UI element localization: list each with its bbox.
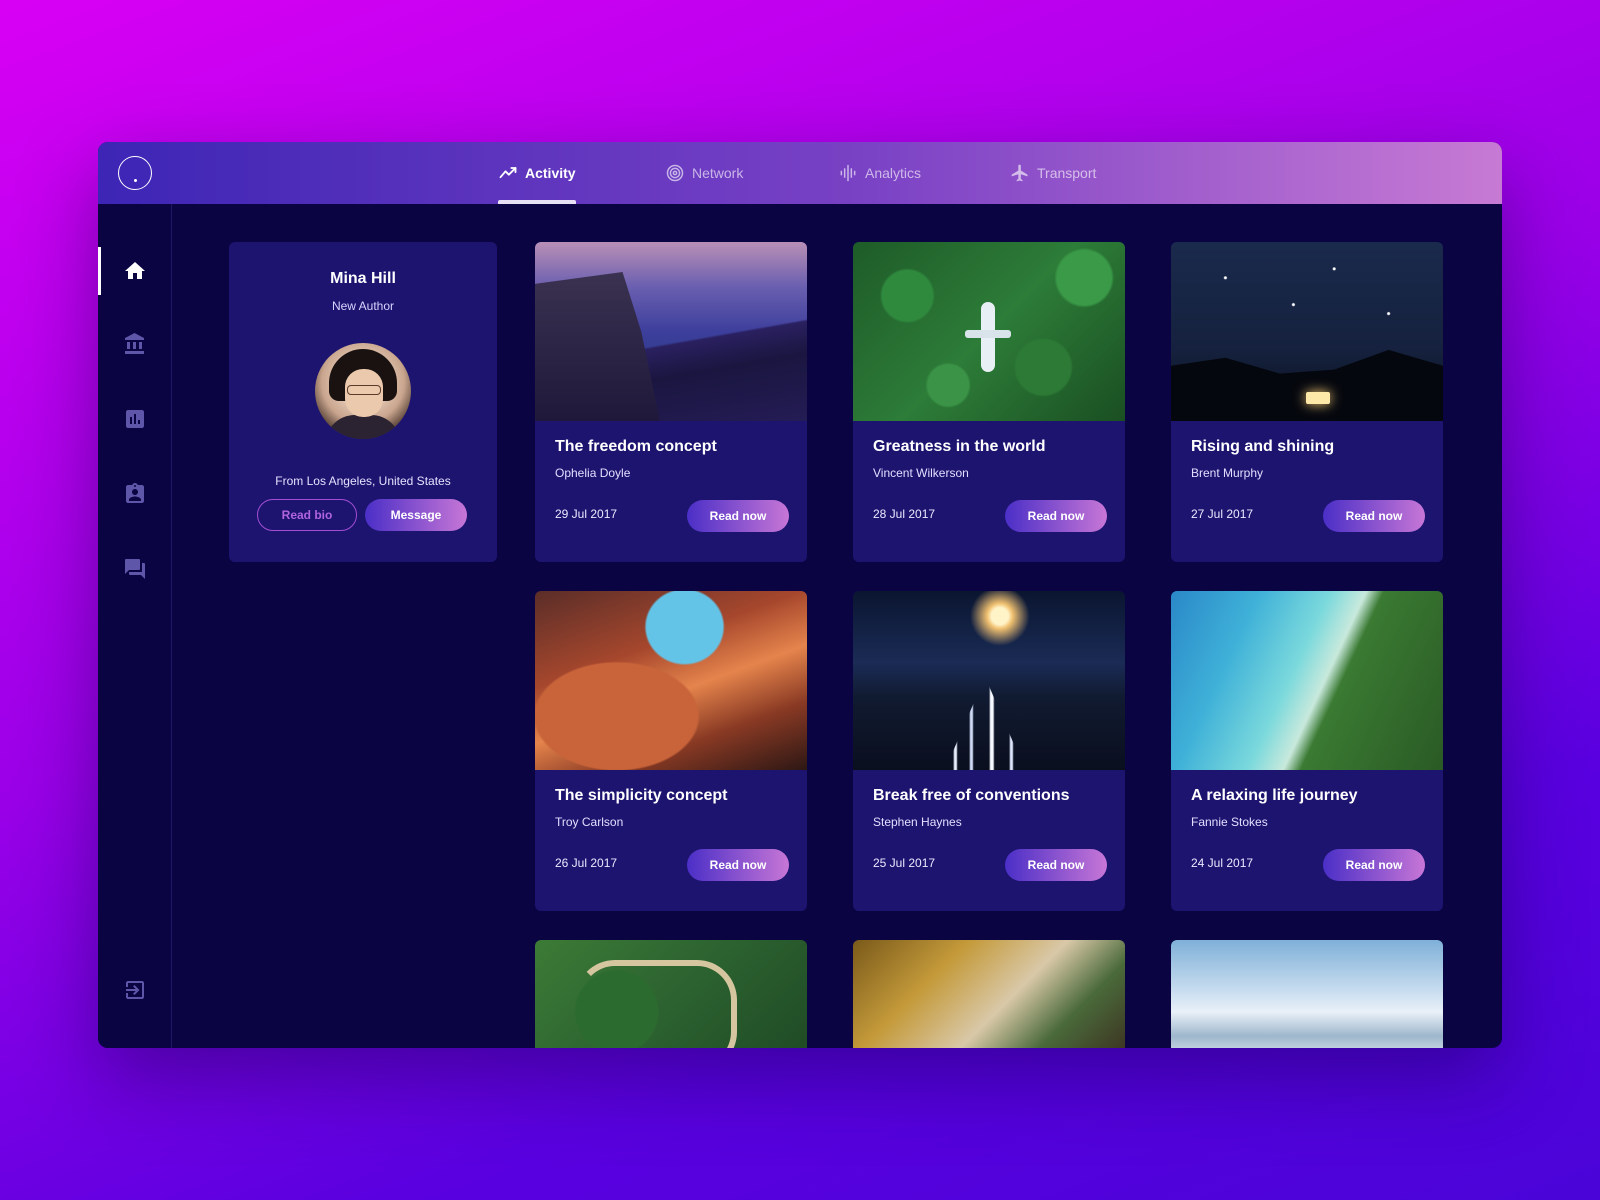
post-date: 24 Jul 2017 [1191, 856, 1254, 870]
activity-icon [499, 167, 517, 179]
post-title[interactable]: The simplicity concept [555, 787, 727, 805]
chart-icon [126, 410, 144, 428]
author-location: From Los Angeles, United States [275, 474, 451, 488]
analytics-icon [840, 164, 856, 182]
post-card[interactable]: Greatness in the world Vincent Wilkerson… [853, 242, 1125, 562]
post-card[interactable]: The freedom concept Ophelia Doyle 29 Jul… [535, 242, 807, 562]
tab-label: Network [692, 165, 744, 181]
home-icon [125, 262, 145, 279]
tab-activity[interactable]: Activity [498, 142, 576, 204]
bank-icon [125, 333, 144, 354]
post-title[interactable]: Break free of conventions [873, 787, 1070, 805]
post-card[interactable]: The simplicity concept Troy Carlson 26 J… [535, 591, 807, 911]
message-button[interactable]: Message [365, 499, 467, 531]
post-image[interactable] [1171, 242, 1443, 421]
post-author: Ophelia Doyle [555, 466, 631, 480]
post-image[interactable] [853, 242, 1125, 421]
avatar[interactable] [315, 343, 411, 439]
post-author: Stephen Haynes [873, 815, 962, 829]
tab-transport[interactable]: Transport [1010, 142, 1096, 204]
post-author: Brent Murphy [1191, 466, 1264, 480]
post-title[interactable]: Rising and shining [1191, 438, 1334, 456]
post-image[interactable] [1171, 940, 1443, 1048]
post-date: 27 Jul 2017 [1191, 507, 1254, 521]
author-profile-card: Mina Hill New Author From Los Angeles, U… [229, 242, 497, 562]
chat-icon [125, 559, 145, 579]
read-now-button[interactable]: Read now [687, 500, 789, 532]
tab-label: Analytics [865, 165, 922, 181]
post-date: 25 Jul 2017 [873, 856, 936, 870]
tab-network[interactable]: Network [665, 142, 743, 204]
top-navigation-bar: Activity Network Analytics Transport [98, 142, 1502, 204]
tab-label: Activity [525, 165, 576, 181]
post-image[interactable] [535, 940, 807, 1048]
logout-button[interactable] [98, 966, 172, 1014]
post-date: 26 Jul 2017 [555, 856, 618, 870]
active-tab-indicator [498, 200, 576, 204]
post-image[interactable] [853, 940, 1125, 1048]
post-image[interactable] [535, 591, 807, 770]
post-author: Fannie Stokes [1191, 815, 1268, 829]
post-image[interactable] [853, 591, 1125, 770]
post-card[interactable]: Rising and shining Brent Murphy 27 Jul 2… [1171, 242, 1443, 562]
network-icon [666, 164, 684, 182]
sidebar-item-home[interactable] [98, 247, 172, 295]
author-role: New Author [331, 299, 395, 313]
sidebar [98, 204, 172, 1048]
post-date: 29 Jul 2017 [555, 507, 618, 521]
post-author: Vincent Wilkerson [873, 466, 969, 480]
author-name: Mina Hill [330, 270, 396, 287]
app-window: Activity Network Analytics Transport Min… [98, 142, 1502, 1048]
sidebar-item-bank[interactable] [98, 320, 172, 368]
post-title[interactable]: A relaxing life journey [1191, 787, 1358, 805]
post-title[interactable]: Greatness in the world [873, 438, 1045, 456]
read-now-button[interactable]: Read now [1323, 500, 1425, 532]
sidebar-active-indicator [98, 247, 101, 295]
post-card[interactable]: Break free of conventions Stephen Haynes… [853, 591, 1125, 911]
post-card[interactable]: A relaxing life journey Fannie Stokes 24… [1171, 591, 1443, 911]
read-bio-button[interactable]: Read bio [257, 499, 357, 531]
logo-icon[interactable] [118, 156, 152, 190]
sidebar-item-contacts[interactable] [98, 470, 172, 518]
post-author: Troy Carlson [555, 815, 624, 829]
post-title[interactable]: The freedom concept [555, 438, 717, 456]
post-date: 28 Jul 2017 [873, 507, 936, 521]
read-now-button[interactable]: Read now [1005, 849, 1107, 881]
read-now-button[interactable]: Read now [687, 849, 789, 881]
post-image[interactable] [535, 242, 807, 421]
sidebar-item-messages[interactable] [98, 545, 172, 593]
tab-label: Transport [1037, 165, 1097, 181]
tab-analytics[interactable]: Analytics [838, 142, 921, 204]
airplane-icon [1011, 164, 1028, 182]
read-now-button[interactable]: Read now [1323, 849, 1425, 881]
contact-icon [126, 483, 144, 503]
sidebar-item-reports[interactable] [98, 395, 172, 443]
logout-icon [126, 981, 144, 999]
read-now-button[interactable]: Read now [1005, 500, 1107, 532]
post-image[interactable] [1171, 591, 1443, 770]
